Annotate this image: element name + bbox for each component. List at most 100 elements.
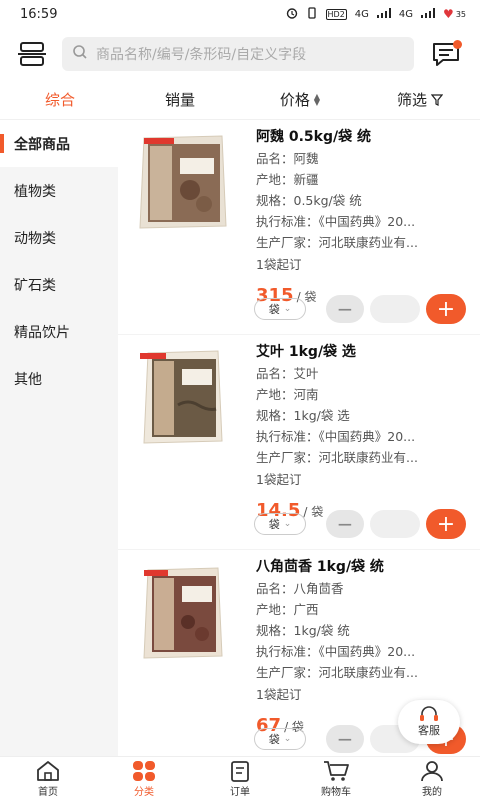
product-name-line: 品名：阿魏	[256, 151, 319, 166]
signal-icon-2	[421, 7, 436, 21]
category-label: 矿石类	[14, 277, 56, 294]
product-standard-line: 执行标准：《中国药典》20...	[256, 644, 416, 659]
nav-label: 购物车	[321, 786, 351, 798]
battery-indicator: ♥ 35	[443, 7, 466, 21]
plus-icon: +	[436, 511, 456, 537]
scan-icon	[18, 42, 46, 66]
nav-item-category[interactable]: 分类	[96, 757, 192, 800]
nav-item-home[interactable]: 首页	[0, 757, 96, 800]
unit-select-value: 袋	[268, 733, 280, 746]
product-info: 阿魏 0.5kg/袋 统 品名：阿魏 产地：新疆 规格：0.5kg/袋 统 执行…	[256, 126, 471, 310]
chevron-down-icon: ⌄	[283, 519, 292, 529]
message-unread-dot	[453, 40, 462, 49]
category-label: 全部商品	[14, 136, 70, 153]
product-card[interactable]: 阿魏 0.5kg/袋 统 品名：阿魏 产地：新疆 规格：0.5kg/袋 统 执行…	[118, 120, 480, 335]
minus-icon: −	[336, 512, 354, 536]
bottom-nav: 首页 分类 订单 购物车 我的	[0, 756, 480, 800]
decrease-button[interactable]: −	[326, 510, 364, 538]
vibrate-icon	[306, 6, 318, 22]
product-image	[143, 567, 223, 659]
category-label: 精品饮片	[14, 324, 70, 341]
cart-icon	[324, 760, 349, 781]
unit-select-value: 袋	[268, 518, 280, 531]
chevron-down-icon: ⌄	[283, 304, 292, 314]
chevron-down-icon: ⌄	[283, 734, 292, 744]
product-origin-line: 产地：河南	[256, 387, 319, 402]
category-label: 动物类	[14, 230, 56, 247]
category-label: 植物类	[14, 183, 56, 200]
product-min-order: 1袋起订	[256, 257, 302, 272]
product-title: 阿魏 0.5kg/袋 统	[256, 129, 371, 145]
alarm-icon	[286, 7, 298, 22]
product-actions: 袋⌄ − +	[254, 294, 474, 324]
sort-tab-label: 综合	[44, 91, 75, 109]
product-maker-line: 生产厂家：河北联康药业有...	[256, 235, 418, 250]
category-item-all[interactable]: 全部商品	[0, 120, 118, 167]
product-origin-line: 产地：新疆	[256, 172, 319, 187]
category-item-plant[interactable]: 植物类	[0, 167, 118, 214]
increase-button[interactable]: +	[426, 294, 466, 324]
sort-arrows-icon: ▲ ▼	[313, 91, 321, 107]
minus-icon: −	[336, 727, 354, 751]
signal-icon	[376, 7, 391, 21]
product-list: 阿魏 0.5kg/袋 统 品名：阿魏 产地：新疆 规格：0.5kg/袋 统 执行…	[118, 120, 480, 756]
status-bar: 16:59 HD2 4G 4G ♥ 35	[0, 0, 480, 28]
plus-icon: +	[436, 296, 456, 322]
category-item-premium[interactable]: 精品饮片	[0, 308, 118, 355]
network-label-1: 4G	[354, 8, 369, 20]
product-origin-line: 产地：广西	[256, 602, 319, 617]
product-info: 艾叶 1kg/袋 选 品名：艾叶 产地：河南 规格：1kg/袋 选 执行标准：《…	[256, 341, 471, 525]
unit-select-value: 袋	[268, 303, 280, 316]
customer-service-button[interactable]: 客服	[398, 700, 460, 744]
category-sidebar: 全部商品 植物类 动物类 矿石类 精品饮片 其他	[0, 120, 118, 756]
product-name-line: 品名：艾叶	[256, 366, 319, 381]
product-image	[139, 135, 227, 229]
category-item-mineral[interactable]: 矿石类	[0, 261, 118, 308]
unit-select[interactable]: 袋 ⌄	[254, 513, 306, 535]
product-standard-line: 执行标准：《中国药典》20...	[256, 429, 416, 444]
product-image	[140, 350, 223, 444]
scan-button[interactable]	[14, 36, 50, 72]
sort-tab-sales[interactable]: 销量	[120, 89, 240, 110]
product-name-line: 品名：八角茴香	[256, 581, 344, 596]
message-button[interactable]	[426, 36, 466, 72]
headset-icon	[420, 706, 438, 721]
quantity-input[interactable]	[370, 295, 420, 323]
product-maker-line: 生产厂家：河北联康药业有...	[256, 450, 418, 465]
battery-level: 35	[455, 9, 466, 19]
decrease-button[interactable]: −	[326, 295, 364, 323]
minus-icon: −	[336, 297, 354, 321]
nav-item-orders[interactable]: 订单	[192, 757, 288, 800]
search-input[interactable]: 商品名称/编号/条形码/自定义字段	[62, 37, 414, 71]
search-placeholder: 商品名称/编号/条形码/自定义字段	[96, 47, 307, 63]
customer-service-label: 客服	[418, 724, 440, 737]
category-icon	[133, 760, 155, 781]
search-icon	[72, 44, 88, 64]
category-label: 其他	[14, 371, 42, 388]
category-item-other[interactable]: 其他	[0, 355, 118, 402]
nav-label: 分类	[134, 786, 154, 798]
sort-tab-price[interactable]: 价格 ▲ ▼	[240, 89, 360, 110]
order-icon	[231, 760, 249, 782]
nav-label: 订单	[230, 786, 250, 798]
nav-item-profile[interactable]: 我的	[384, 757, 480, 800]
quantity-input[interactable]	[370, 510, 420, 538]
top-bar: 商品名称/编号/条形码/自定义字段	[0, 28, 480, 80]
unit-select[interactable]: 袋 ⌄	[254, 728, 306, 750]
product-spec-line: 规格：0.5kg/袋 统	[256, 193, 362, 208]
category-item-animal[interactable]: 动物类	[0, 214, 118, 261]
status-time: 16:59	[20, 6, 58, 22]
increase-button[interactable]: +	[426, 509, 466, 539]
sort-tab-filter[interactable]: 筛选	[360, 89, 480, 110]
nav-label: 我的	[422, 786, 442, 798]
nav-label: 首页	[38, 786, 58, 798]
sort-tab-comprehensive[interactable]: 综合	[0, 89, 120, 110]
nav-item-cart[interactable]: 购物车	[288, 757, 384, 800]
product-min-order: 1袋起订	[256, 472, 302, 487]
product-card[interactable]: 艾叶 1kg/袋 选 品名：艾叶 产地：河南 规格：1kg/袋 选 执行标准：《…	[118, 335, 480, 550]
decrease-button[interactable]: −	[326, 725, 364, 753]
product-maker-line: 生产厂家：河北联康药业有...	[256, 665, 418, 680]
sort-tab-label: 价格	[279, 91, 310, 109]
unit-select[interactable]: 袋 ⌄	[254, 298, 306, 320]
home-icon	[37, 760, 59, 781]
